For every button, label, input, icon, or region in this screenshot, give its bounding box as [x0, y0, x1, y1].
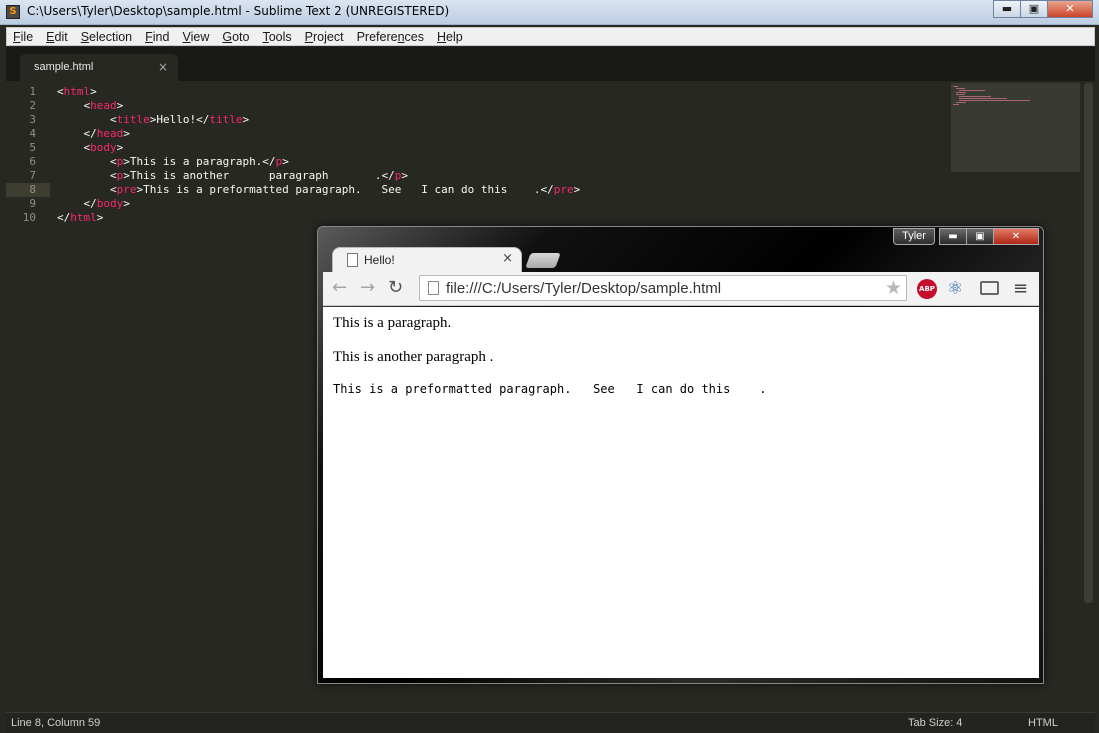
code-text: <head>	[83, 99, 124, 112]
line-number: 7	[29, 169, 36, 182]
page-icon	[347, 253, 358, 267]
code-text: <p>This is a paragraph.</p>	[109, 155, 289, 168]
line-number: 6	[29, 155, 36, 168]
code-line[interactable]: 4 </head>	[6, 127, 1082, 141]
chrome-window-controls: ▬ ▣ ✕	[939, 228, 1039, 245]
chrome-maximize-button[interactable]: ▣	[966, 228, 994, 245]
minimap[interactable]	[951, 83, 1080, 172]
code-text: <pre>This is a preformatted paragraph. S…	[109, 183, 581, 196]
menu-item-edit[interactable]: Edit	[40, 28, 75, 45]
menu-item-project[interactable]: Project	[299, 28, 351, 45]
forward-icon[interactable]: →	[360, 277, 375, 298]
chrome-menu-icon[interactable]: ≡	[1013, 278, 1028, 299]
chrome-toolbar: ← → ↻ file:///C:/Users/Tyler/Desktop/sam…	[323, 272, 1039, 306]
status-bar: Line 8, Column 59 Tab Size: 4 HTML	[6, 712, 1095, 733]
window-title: C:\Users\Tyler\Desktop\sample.html - Sub…	[27, 4, 450, 18]
code-line[interactable]: 10 </html>	[6, 211, 1082, 225]
code-text: <title>Hello!</title>	[109, 113, 250, 126]
paragraph-2: This is another paragraph .	[333, 349, 494, 365]
code-text: </body>	[83, 197, 130, 210]
minimap-line	[959, 100, 1031, 101]
tab-sample-html[interactable]: sample.html ×	[20, 54, 178, 81]
line-number: 3	[29, 113, 36, 126]
maximize-button[interactable]: ▣	[1020, 0, 1048, 18]
sublime-title-bar[interactable]: S C:\Users\Tyler\Desktop\sample.html - S…	[0, 0, 1099, 25]
cast-icon[interactable]	[980, 281, 999, 295]
minimap-line	[959, 96, 991, 97]
chrome-close-button[interactable]: ✕	[993, 228, 1039, 245]
tab-label: sample.html	[34, 61, 94, 73]
code-text: </html>	[57, 211, 104, 224]
menu-item-selection[interactable]: Selection	[75, 28, 139, 45]
chrome-window: Tyler ▬ ▣ ✕ Hello! × ← → ↻ file:///C:/Us…	[317, 226, 1044, 684]
minimap-line	[953, 86, 959, 87]
extension-icon[interactable]: ⚛	[947, 278, 963, 299]
code-text: <body>	[83, 141, 124, 154]
chrome-tab-close-icon[interactable]: ×	[502, 251, 513, 266]
menu-item-help[interactable]: Help	[431, 28, 470, 45]
minimize-button[interactable]: ▬	[993, 0, 1021, 18]
menu-item-find[interactable]: Find	[139, 28, 176, 45]
minimap-line	[959, 90, 986, 91]
code-text: <html>	[57, 85, 97, 98]
line-number: 9	[29, 197, 36, 210]
chrome-tab-label: Hello!	[364, 253, 395, 267]
minimap-line	[956, 92, 967, 93]
code-line[interactable]: 1 <html>	[6, 85, 1082, 99]
preformatted-paragraph: This is a preformatted paragraph. See I …	[333, 382, 767, 396]
profile-button[interactable]: Tyler	[893, 228, 935, 245]
menu-item-tools[interactable]: Tools	[256, 28, 298, 45]
window-controls: ▬ ▣ ✕	[993, 0, 1093, 18]
menu-bar: File Edit Selection Find View Goto Tools Projec…	[6, 27, 1095, 46]
page-content: This is a paragraph. This is another par…	[323, 307, 1039, 678]
tab-size-indicator[interactable]: Tab Size: 4	[908, 717, 962, 729]
back-icon[interactable]: ←	[332, 277, 347, 298]
line-number: 8	[29, 183, 36, 196]
minimap-line	[953, 104, 960, 105]
menu-item-goto[interactable]: Goto	[216, 28, 256, 45]
code-line[interactable]: 9 </body>	[6, 197, 1082, 211]
code-text: </head>	[83, 127, 130, 140]
page-icon	[428, 281, 439, 295]
menu-item-file[interactable]: File	[7, 28, 40, 45]
new-tab-button[interactable]	[525, 253, 561, 268]
line-number: 4	[29, 127, 36, 140]
chrome-minimize-button[interactable]: ▬	[939, 228, 967, 245]
syntax-indicator[interactable]: HTML	[1028, 717, 1058, 729]
chrome-tab-hello[interactable]: Hello! ×	[332, 247, 522, 273]
address-bar[interactable]: file:///C:/Users/Tyler/Desktop/sample.ht…	[419, 275, 907, 301]
line-number: 10	[22, 211, 36, 224]
paragraph-1: This is a paragraph.	[333, 315, 452, 331]
code-line[interactable]: 2 <head>	[6, 99, 1082, 113]
cursor-position: Line 8, Column 59	[11, 717, 101, 729]
code-line[interactable]: 8 <pre>This is a preformatted paragraph.…	[6, 183, 1082, 197]
line-number: 2	[29, 99, 36, 112]
adblock-plus-icon[interactable]: ABP	[917, 279, 937, 299]
code-line[interactable]: 7 <p>This is another paragraph .</p>	[6, 169, 1082, 183]
minimap-line	[956, 102, 967, 103]
reload-icon[interactable]: ↻	[388, 277, 403, 298]
menu-item-preferences[interactable]: Preferences	[351, 28, 431, 45]
code-text: <p>This is another paragraph .</p>	[109, 169, 409, 182]
vertical-scrollbar[interactable]	[1084, 83, 1093, 603]
sublime-app-icon[interactable]: S	[6, 5, 20, 19]
minimap-line	[959, 98, 1008, 99]
tab-close-icon[interactable]: ×	[158, 60, 168, 74]
code-line[interactable]: 5 <body>	[6, 141, 1082, 155]
line-number: 1	[29, 85, 36, 98]
menu-item-view[interactable]: View	[176, 28, 216, 45]
bookmark-star-icon[interactable]: ★	[885, 277, 902, 299]
url-text[interactable]: file:///C:/Users/Tyler/Desktop/sample.ht…	[446, 280, 721, 297]
code-line[interactable]: 6 <p>This is a paragraph.</p>	[6, 155, 1082, 169]
minimap-line	[956, 94, 966, 95]
minimap-line	[956, 88, 966, 89]
line-number: 5	[29, 141, 36, 154]
code-line[interactable]: 3 <title>Hello!</title>	[6, 113, 1082, 127]
close-button[interactable]: ✕	[1047, 0, 1093, 18]
tab-strip: sample.html ×	[6, 47, 1095, 81]
